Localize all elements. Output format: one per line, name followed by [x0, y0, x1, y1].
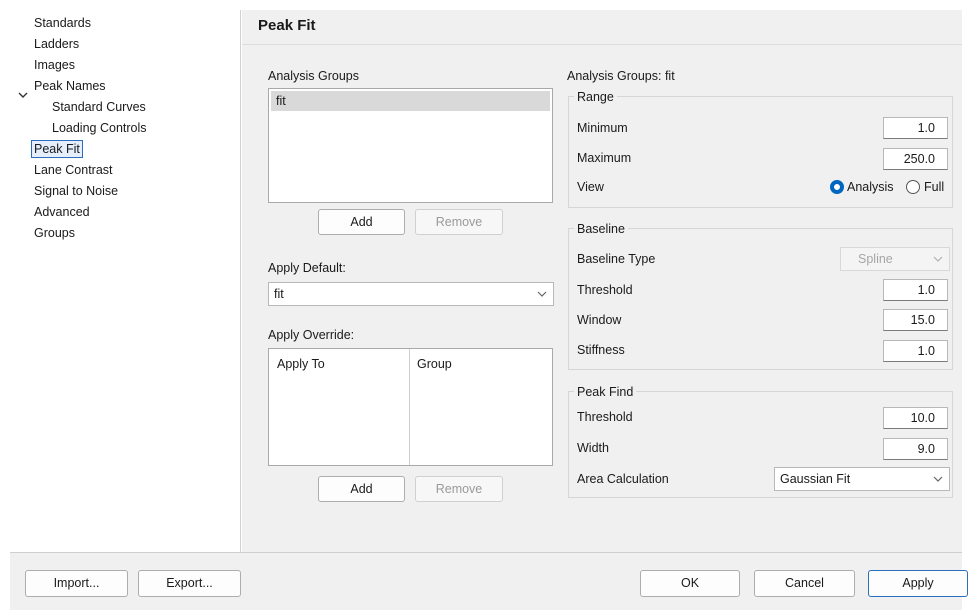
minimum-label: Minimum — [577, 121, 628, 135]
column-header-apply-to[interactable]: Apply To — [277, 357, 325, 371]
content-pane: Peak Fit Analysis Groups fit Add Remove … — [242, 10, 962, 552]
nav-item-signal-to-noise[interactable]: Signal to Noise — [34, 182, 118, 200]
apply-button[interactable]: Apply — [868, 570, 968, 597]
add-group-button[interactable]: Add — [318, 209, 405, 235]
baseline-type-value: Spline — [858, 252, 893, 266]
apply-default-value: fit — [274, 287, 284, 301]
dialog-footer: Import... Export... OK Cancel Apply — [10, 552, 968, 610]
baseline-threshold-input[interactable]: 1.0 — [883, 279, 948, 301]
remove-group-button[interactable]: Remove — [415, 209, 503, 235]
settings-heading: Analysis Groups: fit — [567, 69, 675, 83]
analysis-groups-list[interactable]: fit — [268, 88, 553, 203]
peak-find-group-title: Peak Find — [574, 385, 637, 399]
width-input[interactable]: 9.0 — [883, 438, 948, 460]
maximum-input[interactable]: 250.0 — [883, 148, 948, 170]
nav-item-ladders[interactable]: Ladders — [34, 35, 79, 53]
area-calculation-dropdown[interactable]: Gaussian Fit — [774, 467, 950, 491]
peak-threshold-label: Threshold — [577, 410, 633, 424]
settings-nav-tree: Standards Ladders Images Peak Names Stan… — [10, 10, 241, 552]
stiffness-label: Stiffness — [577, 343, 625, 357]
baseline-threshold-label: Threshold — [577, 283, 633, 297]
nav-item-groups[interactable]: Groups — [34, 224, 75, 242]
nav-item-loading-controls[interactable]: Loading Controls — [52, 119, 147, 137]
export-button[interactable]: Export... — [138, 570, 241, 597]
maximum-label: Maximum — [577, 151, 632, 165]
area-calculation-value: Gaussian Fit — [780, 472, 851, 486]
area-calculation-label: Area Calculation — [577, 472, 669, 486]
add-override-button[interactable]: Add — [318, 476, 405, 502]
chevron-down-icon — [933, 468, 943, 499]
view-analysis-label[interactable]: Analysis — [847, 180, 894, 194]
column-header-group[interactable]: Group — [417, 357, 452, 371]
chevron-down-icon[interactable] — [17, 89, 29, 101]
apply-default-label: Apply Default: — [268, 261, 346, 275]
cancel-button[interactable]: Cancel — [754, 570, 855, 597]
baseline-type-dropdown[interactable]: Spline — [840, 247, 950, 271]
view-full-label[interactable]: Full — [924, 180, 944, 194]
list-item[interactable]: fit — [271, 91, 550, 111]
apply-override-label: Apply Override: — [268, 328, 355, 342]
apply-override-table[interactable]: Apply To Group — [268, 348, 553, 466]
baseline-type-label: Baseline Type — [577, 252, 656, 266]
view-analysis-radio[interactable] — [830, 180, 844, 194]
nav-item-lane-contrast[interactable]: Lane Contrast — [34, 161, 113, 179]
nav-item-standards[interactable]: Standards — [34, 14, 91, 32]
nav-item-standard-curves[interactable]: Standard Curves — [52, 98, 146, 116]
analysis-groups-heading: Analysis Groups — [268, 69, 360, 83]
stiffness-input[interactable]: 1.0 — [883, 340, 948, 362]
nav-item-advanced[interactable]: Advanced — [34, 203, 90, 221]
page-title: Peak Fit — [258, 17, 316, 34]
baseline-group-title: Baseline — [574, 222, 628, 236]
range-group-title: Range — [574, 90, 617, 104]
nav-item-peak-names[interactable]: Peak Names — [34, 77, 106, 95]
window-label: Window — [577, 313, 622, 327]
nav-item-peak-fit[interactable]: Peak Fit — [31, 140, 83, 158]
minimum-input[interactable]: 1.0 — [883, 117, 948, 139]
import-button[interactable]: Import... — [25, 570, 128, 597]
view-full-radio[interactable] — [906, 180, 920, 194]
peak-threshold-input[interactable]: 10.0 — [883, 407, 948, 429]
nav-item-images[interactable]: Images — [34, 56, 75, 74]
window-input[interactable]: 15.0 — [883, 309, 948, 331]
apply-default-dropdown[interactable]: fit — [268, 282, 554, 306]
remove-override-button[interactable]: Remove — [415, 476, 503, 502]
page-header: Peak Fit — [242, 10, 962, 45]
view-label: View — [577, 180, 604, 194]
column-divider — [409, 349, 410, 465]
chevron-down-icon — [933, 248, 943, 279]
chevron-down-icon — [537, 283, 547, 314]
width-label: Width — [577, 441, 609, 455]
ok-button[interactable]: OK — [640, 570, 740, 597]
